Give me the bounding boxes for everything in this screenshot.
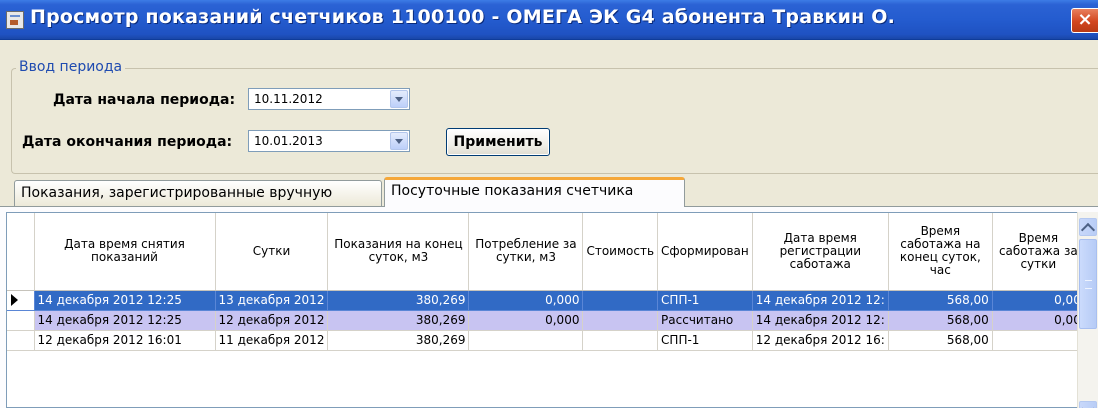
cell-formed[interactable]: Рассчитано xyxy=(657,310,753,331)
table-row[interactable]: 14 декабря 2012 12:25 12 декабря 2012 38… xyxy=(7,310,1085,331)
start-date-label: Дата начала периода: xyxy=(53,92,236,108)
start-date-value: 10.11.2012 xyxy=(254,92,323,106)
column-header[interactable]: Дата время регистрации саботажа xyxy=(752,213,889,291)
apply-button[interactable]: Применить xyxy=(446,128,550,156)
chevron-down-icon[interactable] xyxy=(390,132,408,150)
cell-reading[interactable]: 380,269 xyxy=(327,310,470,331)
cell-day[interactable]: 13 декабря 2012 xyxy=(215,290,329,311)
current-row-icon xyxy=(11,294,18,306)
column-header[interactable]: Время саботажа за сутки xyxy=(992,213,1085,291)
cell-formed[interactable]: СПП-1 xyxy=(657,290,753,311)
tab-manual-readings[interactable]: Показания, зарегистрированные вручную xyxy=(14,180,382,206)
row-header[interactable] xyxy=(7,290,35,311)
cell-reading-time[interactable]: 14 декабря 2012 12:25 xyxy=(34,290,216,311)
end-date-label: Дата окончания периода: xyxy=(22,134,233,150)
cell-consumption[interactable]: 0,000 xyxy=(468,290,584,311)
period-group-legend: Ввод периода xyxy=(16,59,126,75)
cell-sabotage-registration[interactable]: 12 декабря 2012 16: xyxy=(752,330,889,351)
column-header[interactable]: Время саботажа на конец суток, час xyxy=(888,213,993,291)
cell-cost[interactable] xyxy=(582,290,659,311)
close-icon: × xyxy=(1077,9,1093,30)
cell-cost[interactable] xyxy=(582,330,659,351)
table-row[interactable]: 12 декабря 2012 16:01 11 декабря 2012 38… xyxy=(7,330,1085,351)
column-header[interactable]: Сформирован xyxy=(657,213,753,291)
tab-daily-readings[interactable]: Посуточные показания счетчика xyxy=(384,177,685,207)
column-header[interactable]: Потребление за сутки, м3 xyxy=(468,213,584,291)
cell-sabotage-end[interactable]: 568,00 xyxy=(888,330,993,351)
cell-reading[interactable]: 380,269 xyxy=(327,290,470,311)
cell-cost[interactable] xyxy=(582,310,659,331)
row-header-corner xyxy=(7,213,35,291)
cell-sabotage-day[interactable]: 0,00 xyxy=(992,310,1085,331)
grid-header-row: Дата время снятия показаний Сутки Показа… xyxy=(7,213,1085,291)
title-bar: Просмотр показаний счетчиков 1100100 - О… xyxy=(0,0,1098,40)
row-header[interactable] xyxy=(7,330,35,351)
end-date-value: 10.01.2013 xyxy=(254,134,323,148)
row-header[interactable] xyxy=(7,310,35,331)
column-header[interactable]: Сутки xyxy=(215,213,329,291)
scroll-up-icon[interactable] xyxy=(1079,218,1097,236)
column-header[interactable]: Стоимость xyxy=(582,213,659,291)
vertical-scrollbar[interactable] xyxy=(1077,212,1098,408)
chevron-down-icon[interactable] xyxy=(390,90,408,108)
period-groupbox xyxy=(11,68,1098,174)
end-date-combobox[interactable]: 10.01.2013 xyxy=(248,130,410,152)
cell-consumption[interactable]: 0,000 xyxy=(468,310,584,331)
cell-sabotage-registration[interactable]: 14 декабря 2012 12: xyxy=(752,310,889,331)
cell-day[interactable]: 12 декабря 2012 xyxy=(215,310,329,331)
cell-reading[interactable]: 380,269 xyxy=(327,330,470,351)
cell-sabotage-registration[interactable]: 14 декабря 2012 12: xyxy=(752,290,889,311)
cell-day[interactable]: 11 декабря 2012 xyxy=(215,330,329,351)
readings-grid[interactable]: Дата время снятия показаний Сутки Показа… xyxy=(6,212,1098,408)
column-header[interactable]: Дата время снятия показаний xyxy=(34,213,216,291)
app-icon xyxy=(6,11,24,29)
cell-sabotage-end[interactable]: 568,00 xyxy=(888,290,993,311)
cell-sabotage-day[interactable]: 0,00 xyxy=(992,290,1085,311)
scrollbar-thumb[interactable] xyxy=(1079,239,1097,329)
column-header[interactable]: Показания на конец суток, м3 xyxy=(327,213,470,291)
start-date-combobox[interactable]: 10.11.2012 xyxy=(248,88,410,110)
cell-reading-time[interactable]: 14 декабря 2012 12:25 xyxy=(34,310,216,331)
cell-consumption[interactable] xyxy=(468,330,584,351)
cell-reading-time[interactable]: 12 декабря 2012 16:01 xyxy=(34,330,216,351)
close-button[interactable]: × xyxy=(1071,8,1098,33)
table-row[interactable]: 14 декабря 2012 12:25 13 декабря 2012 38… xyxy=(7,290,1085,311)
cell-formed[interactable]: СПП-1 xyxy=(657,330,753,351)
cell-sabotage-end[interactable]: 568,00 xyxy=(888,310,993,331)
scroll-down-icon[interactable] xyxy=(1079,401,1097,408)
cell-sabotage-day[interactable] xyxy=(992,330,1085,351)
window-title: Просмотр показаний счетчиков 1100100 - О… xyxy=(30,6,896,28)
